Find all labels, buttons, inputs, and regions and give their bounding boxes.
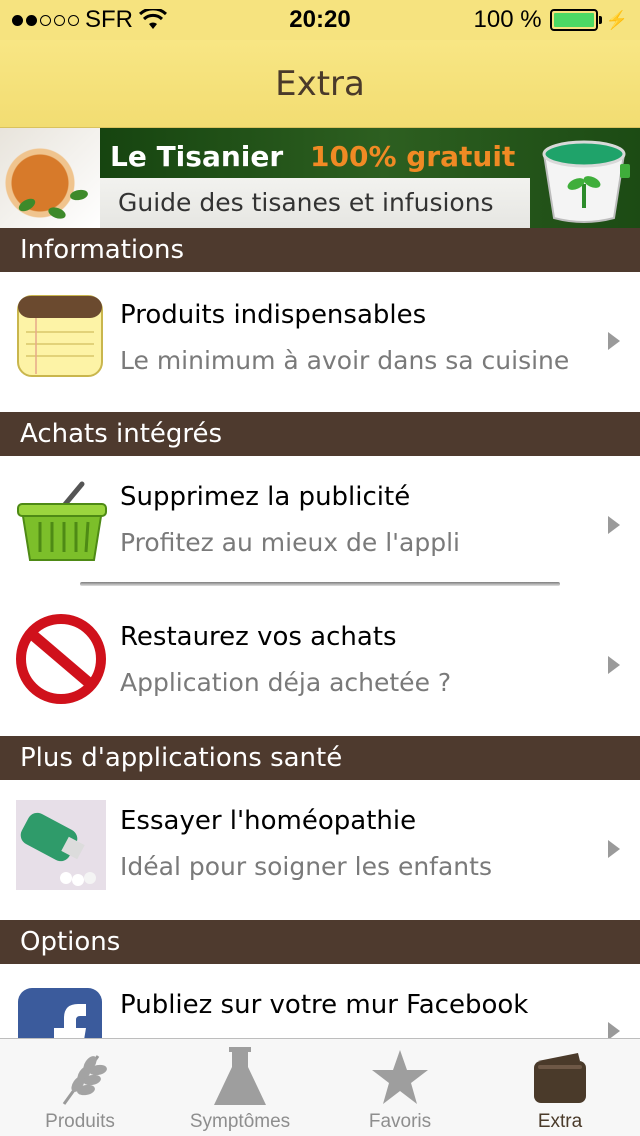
chevron-right-icon (608, 516, 620, 534)
tab-extra[interactable]: Extra (480, 1039, 640, 1136)
chevron-right-icon (608, 656, 620, 674)
row-restaurez-achats[interactable]: Restaurez vos achats Application déja ac… (0, 596, 640, 736)
section-header-informations: Informations (0, 228, 640, 272)
row-title: Essayer l'homéopathie (120, 806, 417, 836)
page-title: Extra (275, 63, 365, 104)
tab-favoris[interactable]: Favoris (320, 1039, 480, 1136)
chevron-right-icon (608, 332, 620, 350)
navigation-bar: Extra (0, 40, 640, 128)
row-title: Restaurez vos achats (120, 622, 397, 652)
flask-icon (208, 1047, 272, 1107)
row-homeopathie[interactable]: Essayer l'homéopathie Idéal pour soigner… (0, 780, 640, 920)
banner-title: Le Tisanier (110, 140, 284, 173)
prohibited-icon (16, 614, 106, 704)
star-icon (368, 1047, 432, 1107)
tea-cup-image (0, 128, 100, 228)
wheat-icon (48, 1047, 112, 1107)
row-divider (80, 582, 560, 586)
row-subtitle: Application déja achetée ? (120, 668, 452, 697)
row-subtitle: Profitez au mieux de l'appli (120, 528, 461, 557)
row-subtitle: Idéal pour soigner les enfants (120, 852, 492, 881)
row-title: Produits indispensables (120, 300, 427, 330)
shopping-basket-icon (17, 481, 107, 561)
green-tea-cup-icon (542, 140, 630, 223)
tab-label: Favoris (368, 1111, 432, 1132)
status-bar: SFR 20:20 100 % ⚡ (0, 0, 640, 40)
tab-label: Produits (45, 1111, 115, 1132)
chevron-right-icon (608, 1022, 620, 1038)
facebook-icon (18, 988, 102, 1038)
row-title: Publiez sur votre mur Facebook (120, 990, 529, 1020)
section-header-achats: Achats intégrés (0, 412, 640, 456)
row-supprimez-publicite[interactable]: Supprimez la publicité Profitez au mieux… (0, 456, 640, 596)
homeopathy-bottle-icon (16, 800, 106, 890)
banner-subtitle: Guide des tisanes et infusions (118, 188, 494, 217)
status-right: 100 % ⚡ (474, 6, 628, 34)
chevron-right-icon (608, 840, 620, 858)
row-produits-indispensables[interactable]: Produits indispensables Le minimum à avo… (0, 272, 640, 412)
tab-label: Symptômes (189, 1111, 291, 1132)
tab-label: Extra (537, 1111, 583, 1132)
battery-percent: 100 % (473, 6, 542, 33)
row-facebook[interactable]: Publiez sur votre mur Facebook (0, 964, 640, 1038)
tab-produits[interactable]: Produits (0, 1039, 160, 1136)
charging-icon: ⚡ (605, 9, 628, 30)
row-subtitle: Le minimum à avoir dans sa cuisine (120, 346, 570, 375)
section-header-options: Options (0, 920, 640, 964)
notepad-icon (17, 295, 103, 377)
wallet-icon (528, 1047, 592, 1107)
row-title: Supprimez la publicité (120, 482, 411, 512)
tab-symptomes[interactable]: Symptômes (160, 1039, 320, 1136)
battery-icon (549, 9, 602, 31)
section-header-plus-applications: Plus d'applications santé (0, 736, 640, 780)
banner-badge: 100% gratuit (310, 140, 516, 173)
tisanier-banner[interactable]: Le Tisanier 100% gratuit Guide des tisan… (0, 128, 640, 228)
tab-bar: Produits Symptômes Favoris Extra (0, 1038, 640, 1136)
